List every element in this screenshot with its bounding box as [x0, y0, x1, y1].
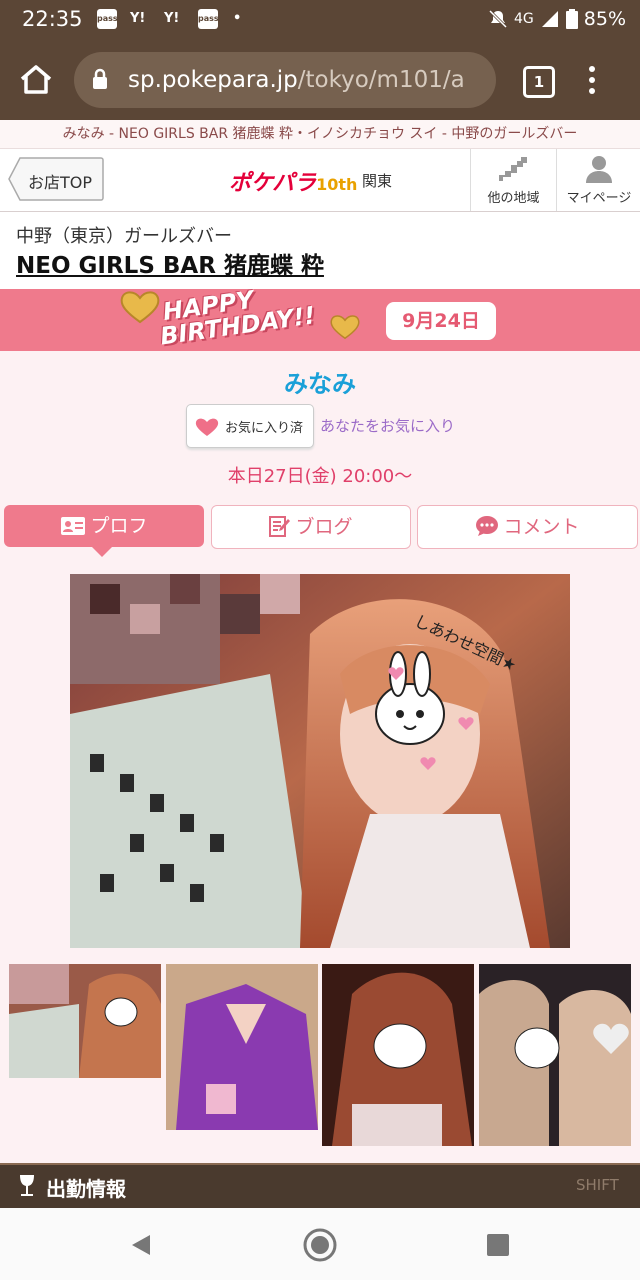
breadcrumb: みなみ - NEO GIRLS BAR 猪鹿蝶 粋・イノシカチョウ スイ - 中…: [0, 120, 640, 149]
tab-blog-label: ブログ: [295, 516, 353, 538]
tab-blog[interactable]: ブログ: [211, 505, 411, 549]
home-circle-icon[interactable]: [302, 1227, 338, 1263]
edit-icon: [269, 516, 291, 537]
lock-icon: [93, 68, 107, 89]
attendance-title: 出勤情報: [46, 1177, 126, 1201]
browser-menu-icon[interactable]: [588, 66, 596, 98]
network-type: 4G: [514, 11, 534, 27]
battery-level: 85%: [583, 8, 626, 30]
browser-toolbar: sp.pokepara.jp/tokyo/m101/a 1: [0, 40, 640, 120]
region-label: 関東: [362, 172, 393, 190]
tab-profile-label: プロフ: [90, 515, 148, 537]
favorite-button[interactable]: お気に入り済: [186, 404, 314, 448]
url-path: /tokyo/m101/a: [297, 67, 465, 93]
tab-comment[interactable]: コメント: [417, 505, 638, 549]
wine-glass-icon: [20, 1175, 34, 1196]
battery-icon: [565, 9, 578, 29]
mypage-label: マイページ: [566, 191, 632, 206]
logo-badge: 10th: [316, 175, 358, 194]
chat-bubble-icon: [476, 516, 499, 536]
tab-profile[interactable]: プロフ: [4, 505, 204, 557]
birthday-date: 9月24日: [386, 302, 496, 340]
yahoo-notification-icon: Y!: [130, 11, 146, 26]
other-area-label: 他の地域: [487, 191, 540, 206]
url-field[interactable]: sp.pokepara.jp/tokyo/m101/a: [74, 52, 496, 108]
mypage-button[interactable]: マイページ: [556, 149, 640, 211]
favorite-button-label: お気に入り済: [225, 421, 304, 436]
status-right: 4G 85%: [488, 8, 626, 30]
logo-text: ポケパラ: [229, 171, 317, 196]
signal-icon: [541, 11, 558, 27]
photo-thumbnail[interactable]: [9, 964, 161, 1078]
pass-notification-icon: pass: [97, 9, 118, 29]
status-bar: 22:35 pass Y! Y! pass • 4G 85%: [0, 0, 640, 40]
japan-map-icon: [498, 157, 527, 181]
user-icon: [586, 156, 612, 183]
gold-heart-icon: [330, 315, 360, 340]
id-card-icon: [61, 517, 86, 535]
photo-thumbnail[interactable]: [479, 964, 631, 1146]
today-schedule: 本日27日(金) 20:00〜: [227, 466, 413, 487]
url-host: sp.pokepara.jp: [128, 67, 298, 93]
shift-label: SHIFT: [576, 1176, 619, 1194]
favorited-you-link[interactable]: あなたをお気に入り: [320, 415, 455, 436]
yahoo-notification-icon: Y!: [164, 11, 180, 26]
dot-notification-icon: •: [233, 11, 242, 26]
photo-thumbnail[interactable]: [166, 964, 318, 1130]
thumbnail-image: [479, 964, 631, 1146]
pokepara-logo[interactable]: ポケパラ10th: [229, 165, 357, 197]
tab-switcher-button[interactable]: 1: [523, 66, 555, 98]
mute-icon: [488, 9, 508, 29]
photo-thumbnail[interactable]: [322, 964, 474, 1146]
pass-notification-icon: pass: [198, 9, 219, 29]
thumbnail-image: [9, 964, 161, 1078]
shop-top-button[interactable]: お店TOP: [8, 157, 104, 201]
cast-name: みなみ: [284, 370, 356, 398]
status-time: 22:35: [22, 7, 83, 31]
gold-heart-icon: [120, 291, 160, 324]
shop-area-category: 中野（東京）ガールズバー: [16, 226, 232, 247]
profile-photo-image: しあわせ空間★: [70, 574, 570, 948]
thumbnail-image: [166, 964, 318, 1130]
tab-comment-label: コメント: [503, 516, 580, 538]
recents-icon[interactable]: [487, 1234, 509, 1256]
main-profile-photo[interactable]: しあわせ空間★: [70, 574, 570, 948]
system-nav-bar: [0, 1208, 640, 1280]
shop-top-label: お店TOP: [28, 173, 93, 192]
birthday-banner: [0, 289, 640, 351]
back-icon[interactable]: [130, 1233, 152, 1257]
site-header: お店TOP ポケパラ10th 関東 他の地域 マイページ: [0, 149, 640, 212]
thumbnail-image: [322, 964, 474, 1146]
other-area-button[interactable]: 他の地域: [470, 149, 556, 211]
shop-name-link[interactable]: NEO GIRLS BAR 猪鹿蝶 粋: [16, 246, 324, 280]
heart-icon: [195, 418, 219, 436]
home-icon[interactable]: [18, 62, 54, 98]
